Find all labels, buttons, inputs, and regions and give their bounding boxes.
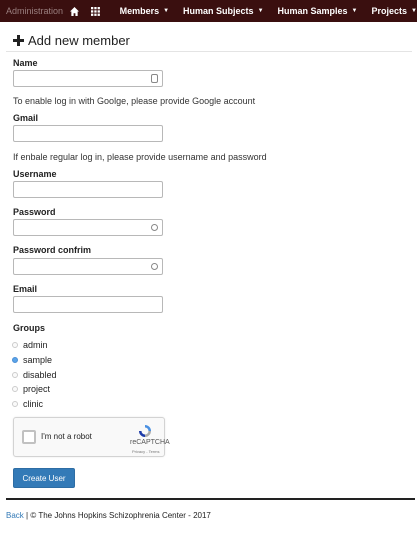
gmail-label: Gmail	[13, 113, 39, 123]
group-radio-checked[interactable]	[12, 357, 18, 363]
nav-menu-projects[interactable]: Projects ▼	[372, 0, 417, 22]
username-input[interactable]	[13, 181, 163, 198]
top-navbar: Administration Members ▼ Human Subjects ▼ …	[0, 0, 417, 22]
nav-menu-members[interactable]: Members ▼	[120, 0, 169, 22]
caret-down-icon: ▼	[163, 8, 170, 14]
group-option-project[interactable]: project	[12, 384, 50, 394]
password-key-icon	[151, 224, 158, 231]
contact-card-icon	[151, 74, 158, 83]
group-radio[interactable]	[12, 372, 18, 378]
create-user-button[interactable]: Create User	[13, 468, 75, 488]
heading-divider	[6, 51, 412, 52]
groups-label: Groups	[13, 323, 46, 333]
nav-menu-label: Human Subjects	[183, 6, 254, 16]
gmail-input[interactable]	[13, 125, 163, 142]
group-option-admin[interactable]: admin	[12, 340, 48, 350]
group-option-disabled[interactable]: disabled	[12, 370, 57, 380]
password-confirm-input[interactable]	[13, 258, 163, 275]
nav-menu-label: Human Samples	[277, 6, 348, 16]
nav-menu-label: Projects	[371, 6, 408, 16]
name-input[interactable]	[13, 70, 163, 87]
page-title-text: Add new member	[28, 33, 130, 48]
recaptcha-logo-icon	[139, 425, 151, 437]
email-input[interactable]	[13, 296, 163, 313]
nav-menu-label: Members	[119, 6, 160, 16]
home-icon[interactable]	[65, 0, 84, 22]
email-label: Email	[13, 284, 38, 294]
group-label: clinic	[23, 399, 44, 409]
group-label: project	[23, 384, 51, 394]
group-radio[interactable]	[12, 401, 18, 407]
google-help-text: To enable log in with Goolge, please pro…	[13, 96, 256, 106]
recaptcha-checkbox[interactable]	[22, 430, 36, 444]
group-label: admin	[23, 340, 48, 350]
recaptcha-terms-link[interactable]: Privacy - Terms	[132, 449, 159, 454]
footer: Back | © The Johns Hopkins Schizophrenia…	[6, 511, 211, 520]
password-input[interactable]	[13, 219, 163, 236]
regular-login-help-text: If enbale regular log in, please provide…	[13, 152, 267, 162]
group-radio[interactable]	[12, 386, 18, 392]
nav-menu-human-subjects[interactable]: Human Subjects ▼	[183, 0, 263, 22]
recaptcha-label: I'm not a robot	[41, 432, 92, 441]
group-option-clinic[interactable]: clinic	[12, 399, 43, 409]
password-label: Password	[13, 207, 56, 217]
plus-icon	[13, 35, 24, 46]
password-confirm-label: Password confrim	[13, 245, 92, 255]
group-radio[interactable]	[12, 342, 18, 348]
navbar-brand[interactable]: Administration	[0, 6, 64, 16]
recaptcha-brand: reCAPTCHA	[130, 439, 170, 446]
recaptcha-widget: I'm not a robot reCAPTCHA Privacy - Term…	[13, 417, 170, 457]
password-key-icon	[151, 263, 158, 270]
caret-down-icon: ▼	[411, 8, 417, 14]
caret-down-icon: ▼	[257, 8, 264, 14]
footer-divider	[6, 498, 415, 500]
nav-menu-human-samples[interactable]: Human Samples ▼	[278, 0, 358, 22]
name-label: Name	[13, 58, 38, 68]
footer-copyright: © The Johns Hopkins Schizophrenia Center…	[30, 511, 211, 520]
page-title: Add new member	[13, 33, 130, 48]
footer-separator: |	[26, 511, 29, 520]
group-option-sample[interactable]: sample	[12, 355, 52, 365]
group-label: sample	[23, 355, 53, 365]
grid-icon[interactable]	[86, 0, 105, 22]
caret-down-icon: ▼	[351, 8, 358, 14]
group-label: disabled	[23, 370, 57, 380]
back-link[interactable]: Back	[6, 511, 24, 520]
username-label: Username	[13, 169, 57, 179]
